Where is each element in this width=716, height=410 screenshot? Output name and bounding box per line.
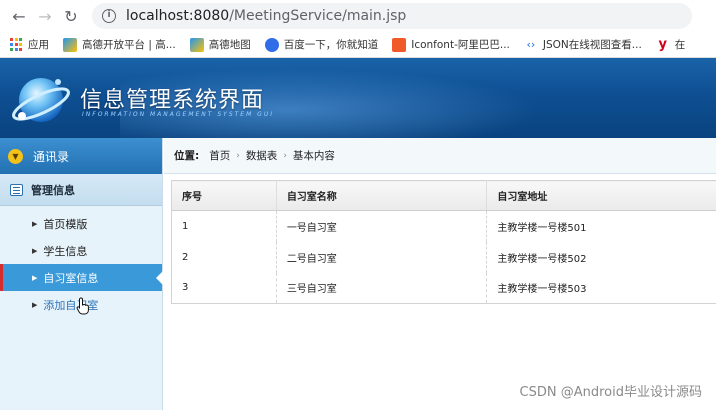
cell-index: 2	[171, 241, 277, 273]
table-header-row: 序号 自习室名称 自习室地址	[171, 180, 716, 211]
sidebar-group-label: 通讯录	[33, 149, 70, 164]
bookmark-label: 在	[674, 39, 686, 51]
watermark: CSDN @Android毕业设计源码	[519, 385, 702, 400]
caret-right-icon: ▶	[32, 246, 38, 255]
bookmark-baidu[interactable]: 百度一下，你就知道	[264, 37, 379, 52]
app-header: 信息管理系统界面 INFORMATION MANAGEMENT SYSTEM G…	[0, 58, 716, 138]
column-header-address[interactable]: 自习室地址	[486, 180, 716, 211]
table-row[interactable]: 1 一号自习室 主教学楼一号楼501	[171, 210, 716, 242]
bookmark-apps[interactable]: 应用	[10, 37, 49, 52]
list-icon	[10, 183, 23, 196]
sidebar-item-label: 学生信息	[43, 244, 88, 258]
sidebar-group-label: 管理信息	[31, 183, 75, 197]
cell-name: 三号自习室	[276, 272, 488, 304]
column-header-index[interactable]: 序号	[171, 180, 277, 211]
hand-cursor-icon	[76, 297, 89, 315]
url-path: /MeetingService/main.jsp	[229, 8, 407, 24]
caret-right-icon: ▶	[32, 273, 38, 282]
bookmark-label: 高德地图	[208, 39, 251, 51]
app-title: 信息管理系统界面	[80, 88, 265, 113]
breadcrumb: 位置: 首页 › 数据表 › 基本内容	[164, 138, 716, 174]
apps-grid-icon	[10, 38, 23, 51]
amap-icon	[63, 37, 77, 52]
breadcrumb-basic-content: 基本内容	[292, 150, 335, 162]
cell-index: 3	[171, 272, 277, 304]
bookmark-yahoo[interactable]: y 在	[656, 37, 686, 52]
cell-index: 1	[171, 210, 277, 242]
yahoo-icon: y	[658, 36, 668, 52]
sidebar-item-student-info[interactable]: ▶ 学生信息	[0, 237, 162, 264]
breadcrumb-home[interactable]: 首页	[209, 148, 230, 163]
cell-address: 主教学楼一号楼502	[486, 241, 716, 273]
bookmark-label: Iconfont-阿里巴巴...	[411, 39, 510, 51]
main-content: 位置: 首页 › 数据表 › 基本内容 序号 自习室名称 自习室地址 1 一号自…	[164, 138, 716, 410]
bookmark-label: 百度一下，你就知道	[283, 39, 379, 51]
breadcrumb-datatable[interactable]: 数据表	[246, 148, 278, 163]
cell-name: 一号自习室	[276, 210, 488, 242]
bookmark-json[interactable]: ‹› JSON在线视图查看...	[523, 37, 642, 52]
chevron-right-icon: ›	[236, 150, 240, 161]
back-arrow-icon[interactable]: ←	[6, 0, 32, 32]
info-icon[interactable]: i	[102, 9, 116, 23]
bookmarks-bar: 应用 高德开放平台 | 高... 高德地图 百度一下，你就知道 Iconfont…	[0, 32, 716, 58]
sidebar-item-label: 首页模版	[43, 217, 88, 231]
sidebar-item-home-template[interactable]: ▶ 首页模版	[0, 210, 162, 237]
url-host: localhost:8080	[126, 8, 230, 24]
sidebar-group-contacts[interactable]: ▼ 通讯录	[0, 138, 162, 174]
chevron-down-icon: ▼	[8, 148, 23, 164]
chevron-right-icon: ›	[283, 150, 287, 161]
iconfont-icon	[392, 37, 407, 52]
sidebar-group-management[interactable]: 管理信息	[0, 174, 162, 206]
sidebar-item-label: 自习室信息	[43, 271, 99, 285]
bookmark-label: JSON在线视图查看...	[542, 39, 642, 51]
cell-address: 主教学楼一号楼501	[486, 210, 716, 242]
sidebar-item-add-study-room[interactable]: ▶ 添加自习室	[0, 291, 162, 318]
cell-address: 主教学楼一号楼503	[486, 272, 716, 304]
bookmark-iconfont[interactable]: Iconfont-阿里巴巴...	[392, 37, 510, 52]
cell-name: 二号自习室	[276, 241, 488, 273]
amap-icon	[189, 37, 204, 52]
caret-right-icon: ▶	[32, 300, 38, 309]
table-row[interactable]: 3 三号自习室 主教学楼一号楼503	[171, 272, 716, 304]
study-room-table: 序号 自习室名称 自习室地址 1 一号自习室 主教学楼一号楼501 2 二号自习…	[171, 180, 716, 304]
breadcrumb-label: 位置:	[174, 150, 200, 162]
json-icon: ‹›	[523, 37, 538, 52]
bookmark-amap-open[interactable]: 高德开放平台 | 高...	[63, 37, 176, 52]
table-row[interactable]: 2 二号自习室 主教学楼一号楼502	[171, 241, 716, 273]
baidu-paw-icon	[264, 37, 279, 52]
bookmark-label: 应用	[28, 39, 49, 51]
bookmark-amap[interactable]: 高德地图	[189, 37, 251, 52]
browser-toolbar: ← → ↻ i localhost:8080/MeetingService/ma…	[0, 0, 716, 32]
column-header-name[interactable]: 自习室名称	[276, 180, 488, 211]
sidebar-item-label: 添加自习室	[43, 298, 99, 312]
sidebar-item-study-room-info[interactable]: ▶ 自习室信息	[0, 264, 163, 291]
bookmark-label: 高德开放平台 | 高...	[82, 39, 176, 51]
caret-right-icon: ▶	[32, 219, 38, 228]
reload-icon[interactable]: ↻	[58, 0, 84, 32]
url-text[interactable]: localhost:8080/MeetingService/main.jsp	[126, 8, 406, 24]
forward-arrow-icon[interactable]: →	[32, 0, 58, 32]
globe-logo-icon	[12, 78, 70, 122]
address-bar[interactable]: i localhost:8080/MeetingService/main.jsp	[92, 3, 692, 29]
sidebar: ▼ 通讯录 管理信息 ▶ 首页模版 ▶ 学生信息 ▶ 自习室信息 ▶ 添加自习室	[0, 138, 163, 410]
app-subtitle: INFORMATION MANAGEMENT SYSTEM GUI	[82, 111, 274, 118]
